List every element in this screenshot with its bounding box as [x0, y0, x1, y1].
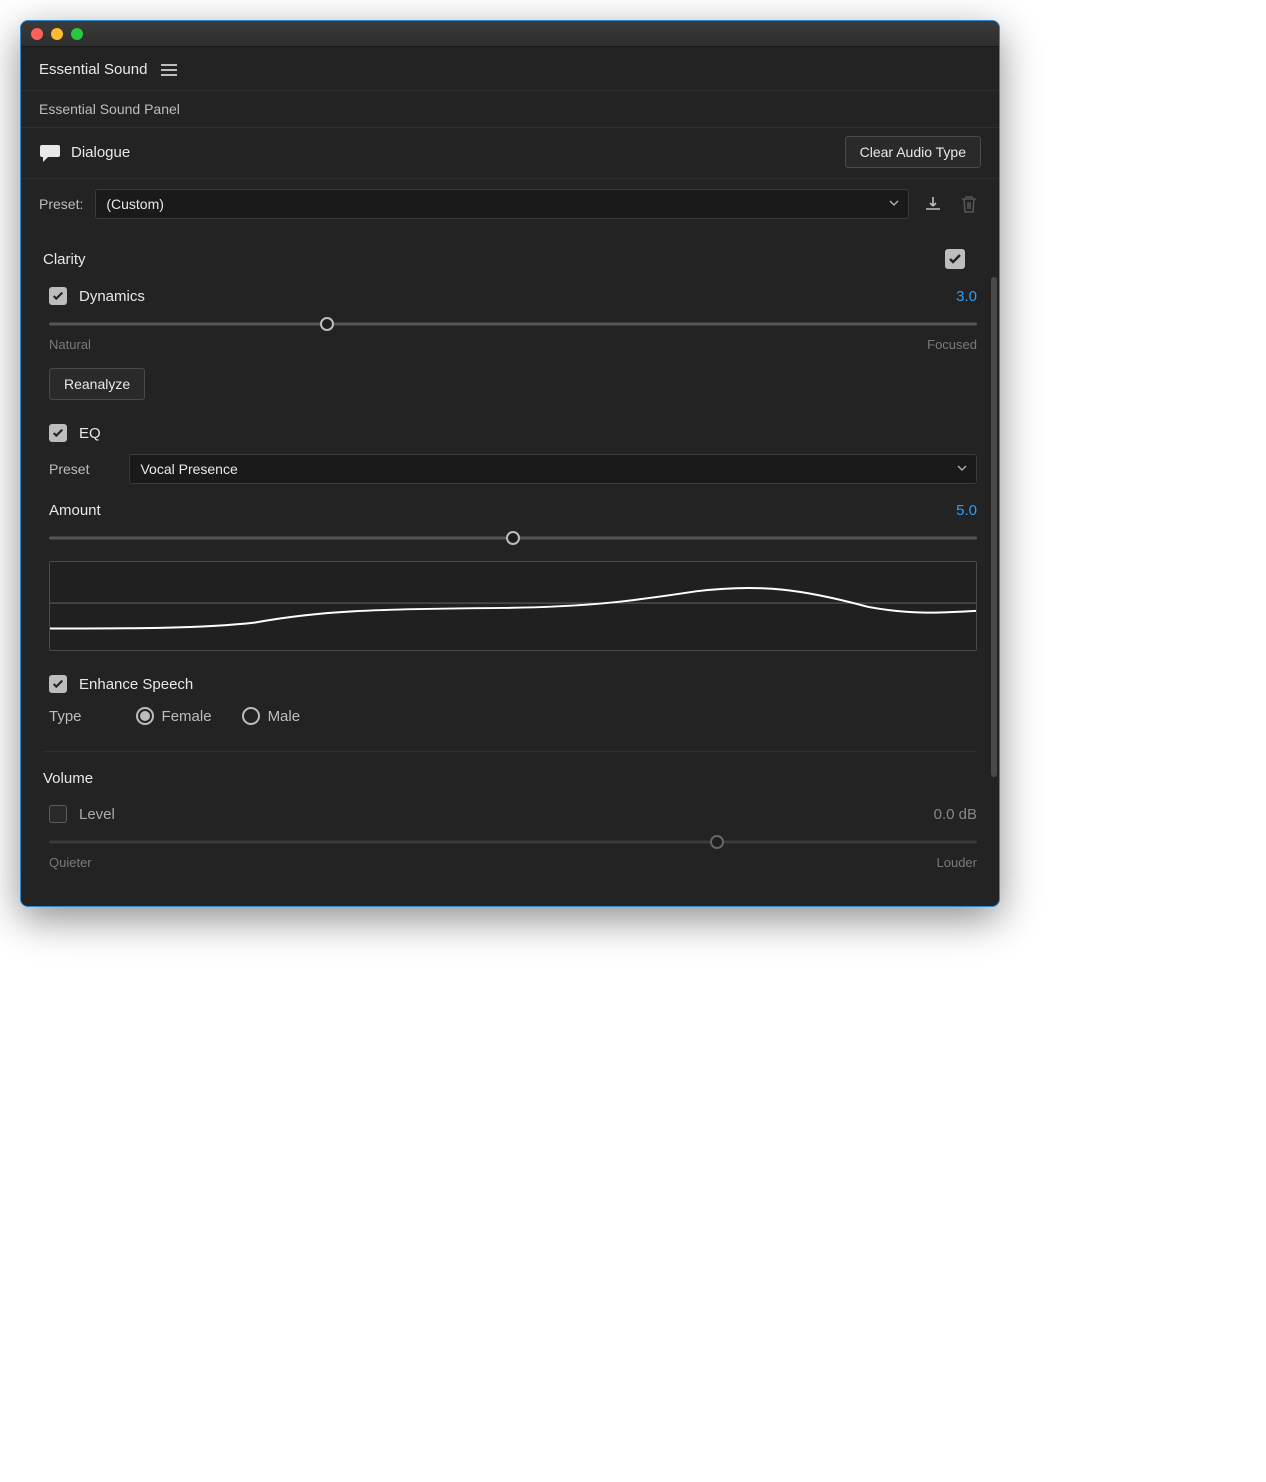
eq-curve-graph[interactable]: [49, 561, 977, 651]
eq-preset-label: Preset: [49, 461, 89, 477]
eq-checkbox[interactable]: [49, 424, 67, 442]
dynamics-checkbox[interactable]: [49, 287, 67, 305]
preset-row: Preset: (Custom): [21, 178, 999, 231]
delete-preset-icon: [957, 192, 981, 216]
preset-select[interactable]: (Custom): [95, 189, 909, 219]
preset-label: Preset:: [39, 196, 83, 212]
radio-male[interactable]: Male: [242, 707, 301, 725]
minimize-window-button[interactable]: [51, 28, 63, 40]
eq-amount-value[interactable]: 5.0: [956, 502, 977, 519]
dynamics-label: Dynamics: [79, 288, 956, 305]
clarity-toggle-checkbox[interactable]: [945, 249, 965, 269]
audio-type-label: Dialogue: [71, 144, 835, 161]
tab-essential-sound[interactable]: Essential Sound: [39, 61, 147, 78]
eq-block: EQ Preset Vocal Presence Amount 5.0: [43, 424, 977, 651]
save-preset-icon[interactable]: [921, 192, 945, 216]
panel-menu-icon[interactable]: [161, 64, 177, 76]
eq-preset-value: Vocal Presence: [140, 461, 237, 477]
dynamics-slider[interactable]: [49, 315, 977, 333]
clarity-title: Clarity: [43, 251, 86, 268]
enhance-type-label: Type: [49, 708, 82, 725]
level-label: Level: [79, 806, 934, 823]
dynamics-block: Dynamics 3.0 Natural Focused Reanalyze: [43, 287, 977, 400]
dynamics-value[interactable]: 3.0: [956, 288, 977, 305]
eq-amount-label: Amount: [49, 502, 956, 519]
level-slider[interactable]: [49, 833, 977, 851]
radio-female[interactable]: Female: [136, 707, 212, 725]
enhance-speech-block: Enhance Speech Type Female Male: [43, 675, 977, 725]
reanalyze-button[interactable]: Reanalyze: [49, 368, 145, 400]
essential-sound-window: Essential Sound Essential Sound Panel Di…: [20, 20, 1000, 907]
chevron-down-icon: [888, 196, 900, 212]
zoom-window-button[interactable]: [71, 28, 83, 40]
enhance-speech-checkbox[interactable]: [49, 675, 67, 693]
dynamics-right-label: Focused: [927, 337, 977, 352]
radio-female-label: Female: [162, 708, 212, 725]
level-value[interactable]: 0.0 dB: [934, 806, 977, 823]
panel-content: Essential Sound Essential Sound Panel Di…: [21, 47, 999, 906]
section-clarity: Clarity Dynamics 3.0: [21, 231, 999, 751]
panel-tabbar: Essential Sound: [21, 47, 999, 90]
scrollbar[interactable]: [991, 277, 997, 777]
level-right-label: Louder: [937, 855, 977, 870]
dynamics-left-label: Natural: [49, 337, 91, 352]
eq-preset-select[interactable]: Vocal Presence: [129, 454, 977, 484]
level-left-label: Quieter: [49, 855, 92, 870]
radio-male-label: Male: [268, 708, 301, 725]
volume-title: Volume: [43, 770, 93, 787]
eq-amount-slider[interactable]: [49, 529, 977, 547]
preset-value: (Custom): [106, 196, 164, 212]
panel-subheader: Essential Sound Panel: [21, 90, 999, 127]
chevron-down-icon: [956, 461, 968, 477]
section-volume: Volume Level 0.0 dB Quieter: [21, 752, 999, 906]
close-window-button[interactable]: [31, 28, 43, 40]
audio-type-row: Dialogue Clear Audio Type: [21, 127, 999, 178]
level-checkbox[interactable]: [49, 805, 67, 823]
clear-audio-type-button[interactable]: Clear Audio Type: [845, 136, 981, 168]
window-titlebar: [21, 21, 999, 47]
speech-bubble-icon: [39, 143, 61, 161]
eq-label: EQ: [79, 425, 977, 442]
enhance-speech-label: Enhance Speech: [79, 676, 977, 693]
